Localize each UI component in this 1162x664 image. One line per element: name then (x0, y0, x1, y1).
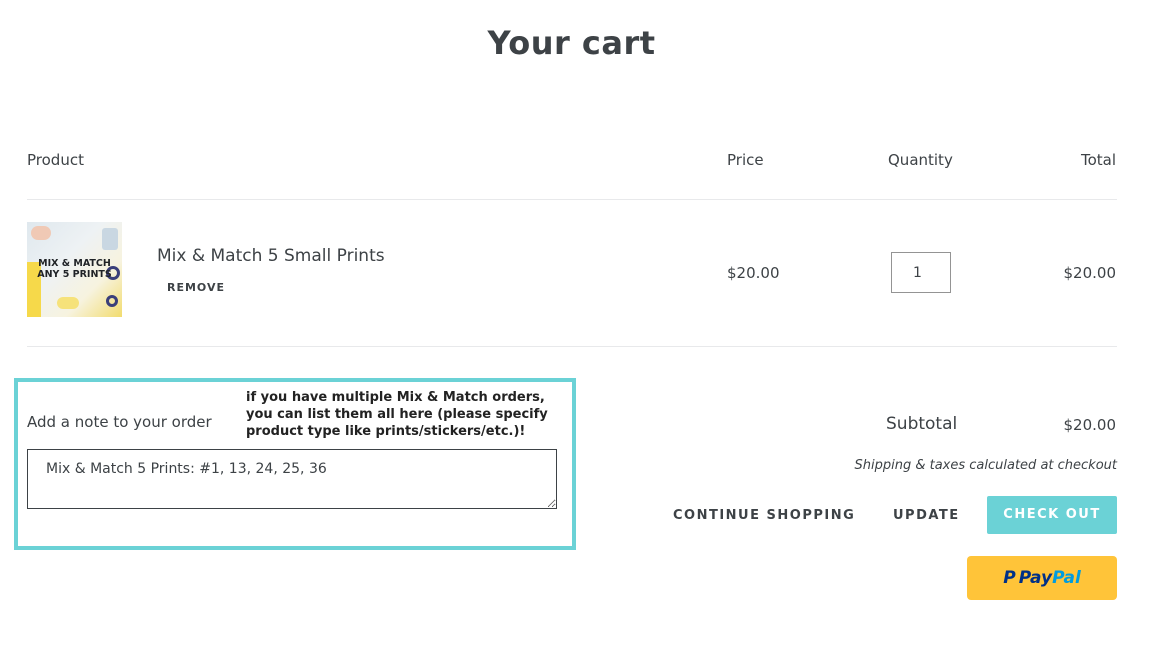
divider (27, 346, 1117, 347)
order-note-textarea[interactable]: Mix & Match 5 Prints: #1, 13, 24, 25, 36 (27, 449, 557, 509)
product-name-link[interactable]: Mix & Match 5 Small Prints (157, 246, 385, 266)
checkout-button[interactable]: CHECK OUT (987, 496, 1117, 534)
item-price: $20.00 (727, 264, 780, 282)
product-thumbnail[interactable]: MIX & MATCH ANY 5 PRINTS (27, 222, 122, 317)
thumbnail-caption: MIX & MATCH ANY 5 PRINTS (37, 258, 112, 280)
shipping-note: Shipping & taxes calculated at checkout (854, 458, 1118, 473)
paypal-button[interactable]: P Pay Pal (967, 556, 1117, 600)
continue-shopping-button[interactable]: CONTINUE SHOPPING (673, 508, 855, 523)
page-title: Your cart (487, 24, 656, 62)
column-header-quantity: Quantity (888, 151, 953, 169)
subtotal-label: Subtotal (886, 414, 958, 434)
paypal-wordmark-pal: Pal (1052, 568, 1081, 588)
paypal-wordmark-pay: Pay (1018, 568, 1053, 588)
column-header-total: Total (1080, 151, 1116, 169)
note-label: Add a note to your order (27, 413, 212, 431)
quantity-input[interactable] (891, 252, 951, 293)
subtotal-value: $20.00 (1063, 416, 1117, 434)
update-cart-button[interactable]: UPDATE (893, 508, 960, 523)
divider (27, 199, 1117, 200)
line-total: $20.00 (1063, 264, 1117, 282)
column-header-price: Price (727, 151, 764, 169)
paypal-icon: P (1003, 568, 1016, 588)
remove-item-link[interactable]: REMOVE (167, 281, 225, 294)
column-header-product: Product (27, 151, 84, 169)
note-hint: if you have multiple Mix & Match orders,… (246, 390, 548, 439)
